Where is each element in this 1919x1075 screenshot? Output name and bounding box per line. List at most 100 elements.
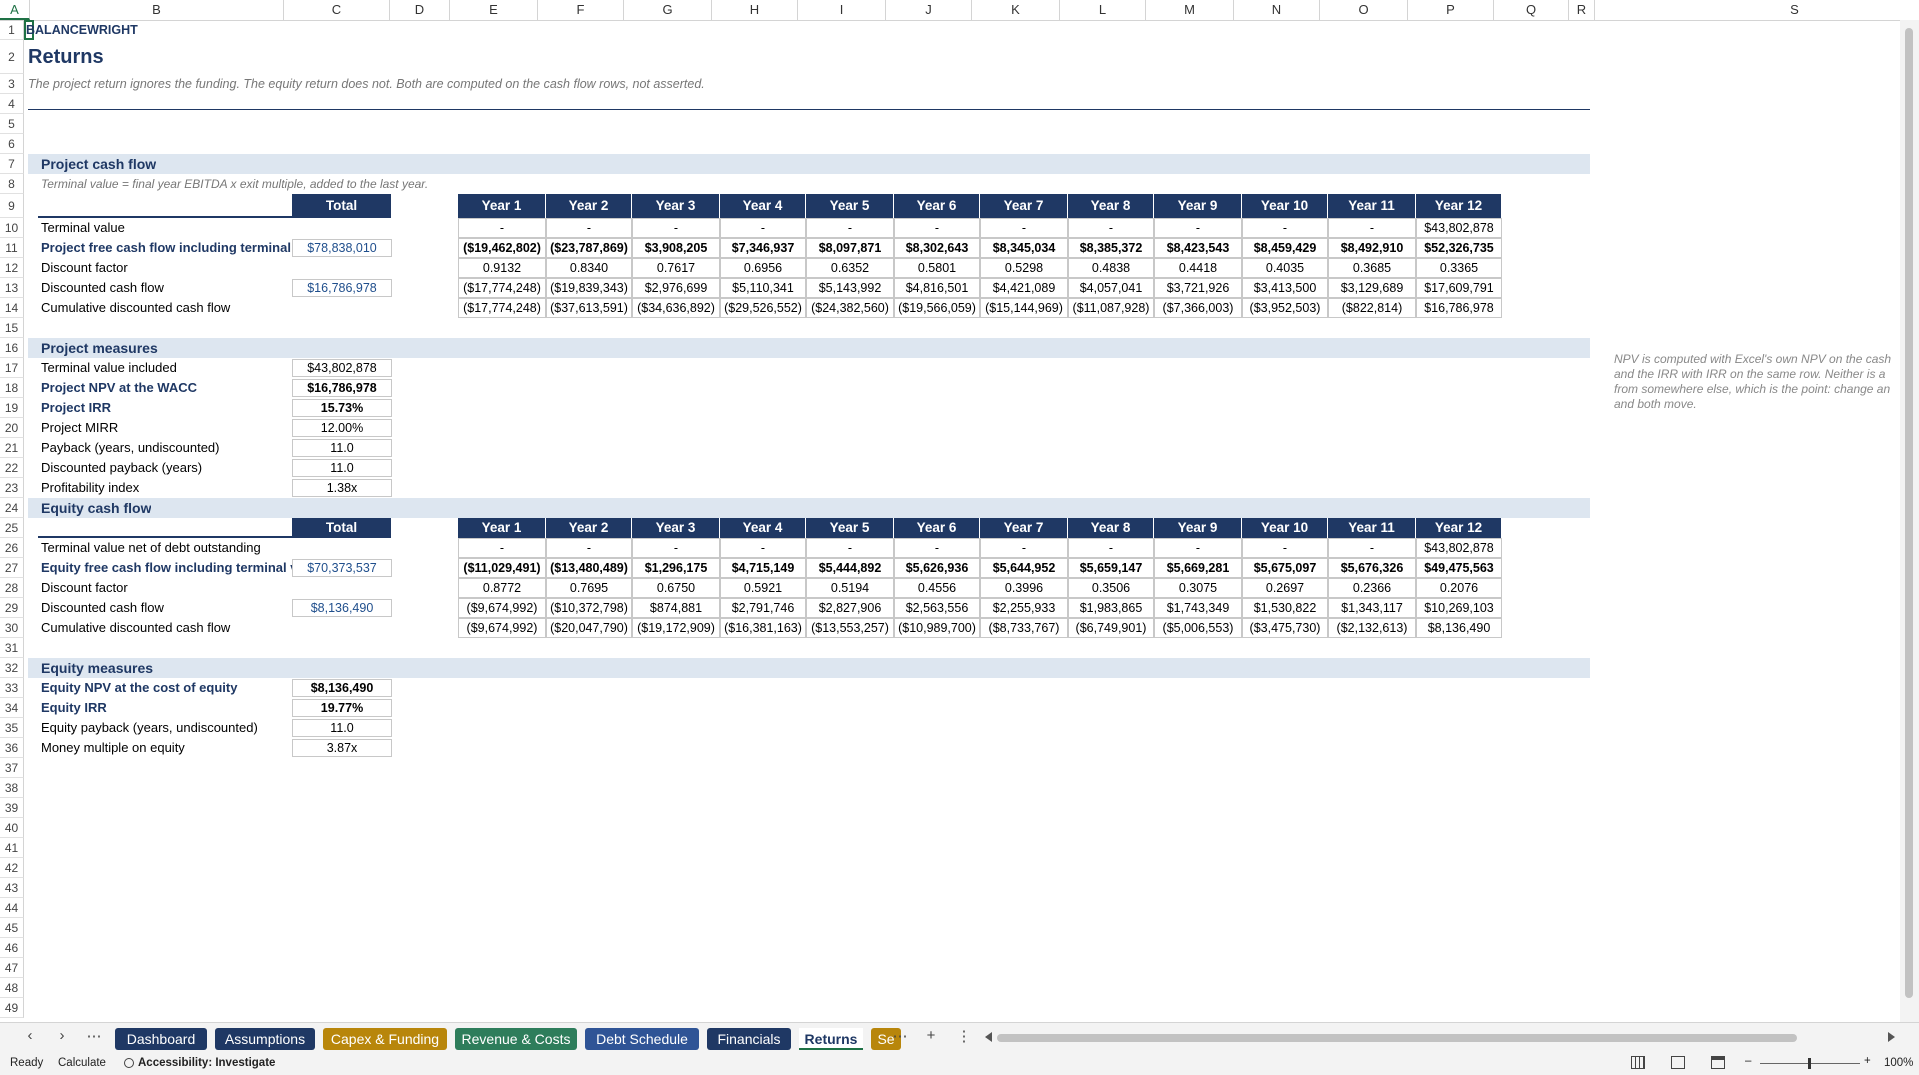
equity-cf-cell[interactable]: -: [1068, 538, 1154, 558]
row-header-20[interactable]: 20: [0, 418, 24, 438]
equity-cf-cell[interactable]: $5,626,936: [894, 558, 980, 578]
equity-cf-cell[interactable]: ($19,172,909): [632, 618, 720, 638]
project-cf-cell[interactable]: ($24,382,560): [806, 298, 894, 318]
project-cf-cell[interactable]: -: [894, 218, 980, 238]
page-break-view-icon[interactable]: [1711, 1056, 1725, 1069]
sheet-tab-assumptions[interactable]: Assumptions: [215, 1028, 315, 1050]
project-cf-cell[interactable]: 0.5801: [894, 258, 980, 278]
equity-cf-cell[interactable]: ($13,553,257): [806, 618, 894, 638]
project-cf-cell[interactable]: ($15,144,969): [980, 298, 1068, 318]
column-header-h[interactable]: H: [712, 0, 798, 20]
column-header-p[interactable]: P: [1408, 0, 1494, 20]
horizontal-scrollbar[interactable]: [985, 1031, 1895, 1045]
equity-cf-cell[interactable]: ($13,480,489): [546, 558, 632, 578]
project-cf-cell[interactable]: 0.3365: [1416, 258, 1502, 278]
row-header-28[interactable]: 28: [0, 578, 24, 598]
column-header-a[interactable]: A: [0, 0, 30, 20]
tab-prev-button[interactable]: ‹: [20, 1027, 40, 1044]
row-header-21[interactable]: 21: [0, 438, 24, 458]
equity-cf-cell[interactable]: $1,530,822: [1242, 598, 1328, 618]
project-cf-cell[interactable]: 0.4035: [1242, 258, 1328, 278]
equity-cf-cell[interactable]: $5,669,281: [1154, 558, 1242, 578]
row-header-13[interactable]: 13: [0, 278, 24, 298]
equity-cf-cell[interactable]: ($8,733,767): [980, 618, 1068, 638]
project-cf-cell[interactable]: $8,302,643: [894, 238, 980, 258]
row-header-44[interactable]: 44: [0, 898, 24, 918]
project-cf-cell[interactable]: $7,346,937: [720, 238, 806, 258]
project-measure-value[interactable]: 15.73%: [292, 399, 392, 417]
row-header-3[interactable]: 3: [0, 74, 24, 94]
row-header-4[interactable]: 4: [0, 94, 24, 114]
equity-cf-cell[interactable]: ($11,029,491): [458, 558, 546, 578]
equity-cf-cell[interactable]: ($6,749,901): [1068, 618, 1154, 638]
project-cf-cell[interactable]: ($19,839,343): [546, 278, 632, 298]
row-header-17[interactable]: 17: [0, 358, 24, 378]
project-cf-cell[interactable]: $16,786,978: [1416, 298, 1502, 318]
equity-cf-cell[interactable]: 0.2366: [1328, 578, 1416, 598]
row-header-33[interactable]: 33: [0, 678, 24, 698]
equity-cf-cell[interactable]: $43,802,878: [1416, 538, 1502, 558]
project-cf-cell[interactable]: ($17,774,248): [458, 278, 546, 298]
equity-cf-cell[interactable]: -: [806, 538, 894, 558]
equity-cf-cell[interactable]: ($10,372,798): [546, 598, 632, 618]
column-header-k[interactable]: K: [972, 0, 1060, 20]
tab-more-left-button[interactable]: ⋯: [84, 1027, 104, 1045]
column-header-o[interactable]: O: [1320, 0, 1408, 20]
project-cf-cell[interactable]: ($3,952,503): [1242, 298, 1328, 318]
row-header-25[interactable]: 25: [0, 518, 24, 538]
tab-next-button[interactable]: ›: [52, 1027, 72, 1044]
project-cf-cell[interactable]: $4,057,041: [1068, 278, 1154, 298]
project-cf-cell[interactable]: 0.8340: [546, 258, 632, 278]
sheet-tab-financials[interactable]: Financials: [707, 1028, 791, 1050]
row-header-32[interactable]: 32: [0, 658, 24, 678]
row-header-11[interactable]: 11: [0, 238, 24, 258]
project-cf-row-total[interactable]: $16,786,978: [292, 279, 392, 297]
equity-cf-cell[interactable]: ($16,381,163): [720, 618, 806, 638]
equity-measure-value[interactable]: 11.0: [292, 719, 392, 737]
project-cf-cell[interactable]: $5,110,341: [720, 278, 806, 298]
equity-cf-cell[interactable]: 0.6750: [632, 578, 720, 598]
equity-cf-cell[interactable]: -: [632, 538, 720, 558]
row-header-7[interactable]: 7: [0, 154, 24, 174]
project-cf-cell[interactable]: -: [1328, 218, 1416, 238]
row-header-16[interactable]: 16: [0, 338, 24, 358]
column-header-n[interactable]: N: [1234, 0, 1320, 20]
equity-cf-cell[interactable]: ($10,989,700): [894, 618, 980, 638]
equity-cf-cell[interactable]: 0.8772: [458, 578, 546, 598]
project-cf-cell[interactable]: ($37,613,591): [546, 298, 632, 318]
equity-cf-cell[interactable]: $2,791,746: [720, 598, 806, 618]
equity-cf-cell[interactable]: -: [1154, 538, 1242, 558]
tab-menu-button[interactable]: ⋮: [954, 1027, 974, 1045]
row-header-30[interactable]: 30: [0, 618, 24, 638]
column-header-l[interactable]: L: [1060, 0, 1146, 20]
scroll-thumb[interactable]: [1905, 28, 1913, 998]
equity-cf-cell[interactable]: -: [1328, 538, 1416, 558]
row-header-41[interactable]: 41: [0, 838, 24, 858]
equity-cf-cell[interactable]: $1,743,349: [1154, 598, 1242, 618]
column-header-d[interactable]: D: [390, 0, 450, 20]
equity-cf-cell[interactable]: $1,983,865: [1068, 598, 1154, 618]
row-header-37[interactable]: 37: [0, 758, 24, 778]
row-header-19[interactable]: 19: [0, 398, 24, 418]
row-header-38[interactable]: 38: [0, 778, 24, 798]
project-cf-cell[interactable]: ($17,774,248): [458, 298, 546, 318]
zoom-level[interactable]: 100%: [1884, 1057, 1913, 1069]
equity-cf-cell[interactable]: $5,444,892: [806, 558, 894, 578]
equity-cf-cell[interactable]: $5,644,952: [980, 558, 1068, 578]
equity-cf-cell[interactable]: ($2,132,613): [1328, 618, 1416, 638]
equity-cf-cell[interactable]: $5,676,326: [1328, 558, 1416, 578]
row-header-23[interactable]: 23: [0, 478, 24, 498]
row-header-36[interactable]: 36: [0, 738, 24, 758]
project-cf-cell[interactable]: 0.7617: [632, 258, 720, 278]
row-header-47[interactable]: 47: [0, 958, 24, 978]
project-cf-cell[interactable]: 0.4418: [1154, 258, 1242, 278]
project-cf-cell[interactable]: 0.4838: [1068, 258, 1154, 278]
sheet-tab-dashboard[interactable]: Dashboard: [115, 1028, 207, 1050]
column-header-f[interactable]: F: [538, 0, 624, 20]
row-header-29[interactable]: 29: [0, 598, 24, 618]
equity-cf-cell[interactable]: $2,563,556: [894, 598, 980, 618]
equity-cf-cell[interactable]: -: [546, 538, 632, 558]
row-header-46[interactable]: 46: [0, 938, 24, 958]
equity-cf-cell[interactable]: ($9,674,992): [458, 598, 546, 618]
column-header-e[interactable]: E: [450, 0, 538, 20]
